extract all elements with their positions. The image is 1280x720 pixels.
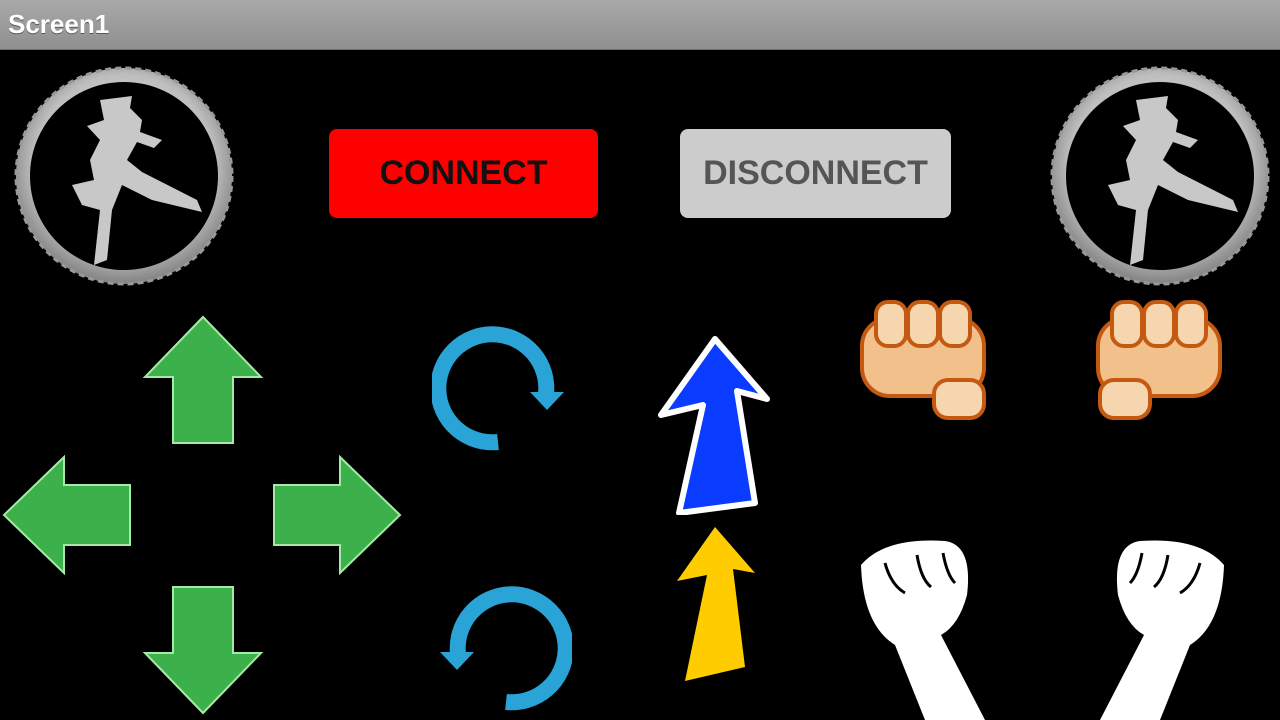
- arrow-right-icon[interactable]: [272, 455, 402, 575]
- arrow-down-icon[interactable]: [143, 585, 263, 715]
- window-title: Screen1: [8, 9, 110, 39]
- blue-arrow-up-icon[interactable]: [655, 335, 773, 515]
- raised-fist-right-icon[interactable]: [1095, 535, 1230, 720]
- arrow-left-icon[interactable]: [2, 455, 132, 575]
- fist-punch-left-icon[interactable]: [856, 300, 992, 422]
- disconnect-button[interactable]: DISCONNECT: [680, 129, 951, 218]
- gear-logo-right-icon: [1048, 60, 1273, 292]
- rotate-clockwise-icon[interactable]: [432, 322, 572, 452]
- fist-punch-right-icon[interactable]: [1092, 300, 1228, 422]
- gear-logo-left-icon: [12, 60, 237, 292]
- rotate-counterclockwise-icon[interactable]: [432, 582, 572, 712]
- connect-button[interactable]: CONNECT: [329, 129, 598, 218]
- main-screen: CONNECT DISCONNECT: [0, 50, 1280, 720]
- yellow-arrow-up-icon[interactable]: [675, 525, 757, 685]
- raised-fist-left-icon[interactable]: [855, 535, 990, 720]
- title-bar: Screen1: [0, 0, 1280, 50]
- arrow-up-icon[interactable]: [143, 315, 263, 445]
